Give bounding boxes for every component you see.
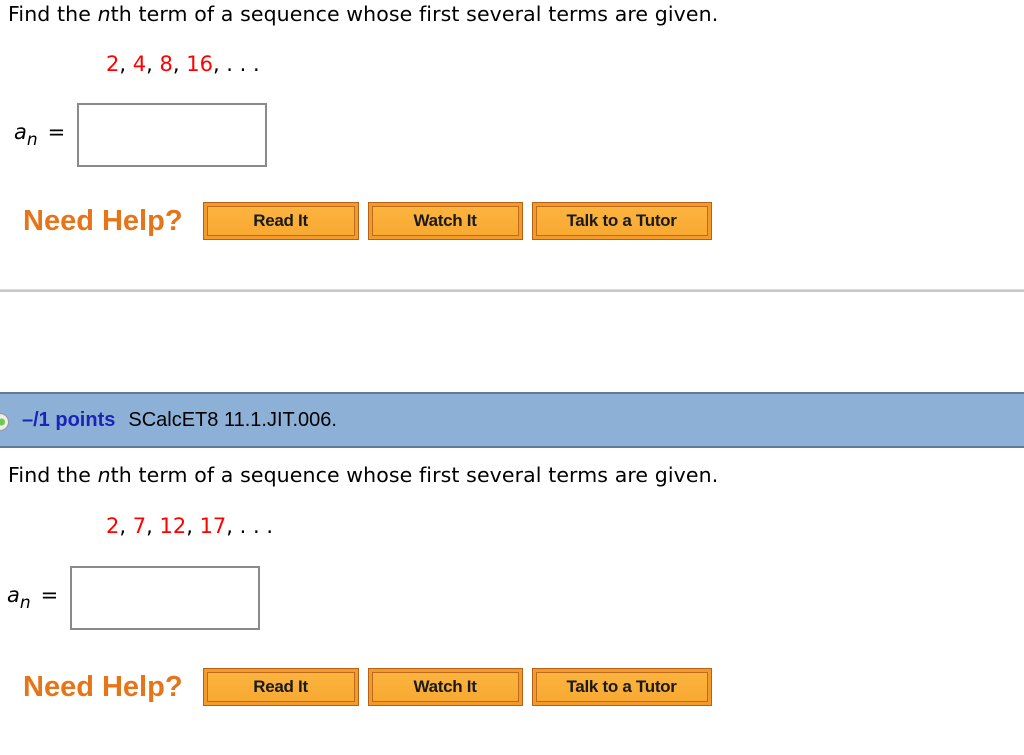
italic-n: n <box>97 2 111 26</box>
question-divider <box>0 289 1024 292</box>
sequence-term: 2 <box>106 52 120 76</box>
answer-input[interactable] <box>70 566 261 630</box>
sequence-term: 8 <box>159 52 173 76</box>
sequence-term: 16 <box>186 52 213 76</box>
question-2-header: –/1 points SCalcET8 11.1.JIT.006. <box>0 392 1024 448</box>
question-2-answer-row: an = <box>7 566 261 630</box>
read-it-button[interactable]: Read It <box>202 202 359 240</box>
question-id: SCalcET8 11.1.JIT.006. <box>128 408 337 431</box>
need-help-label: Need Help? <box>23 204 183 237</box>
answer-label: an = <box>7 583 59 613</box>
question-1-prompt: Find the nth term of a sequence whose fi… <box>8 2 719 26</box>
question-2-prompt: Find the nth term of a sequence whose fi… <box>8 463 719 487</box>
answer-label: an = <box>14 120 66 150</box>
question-1-answer-row: an = <box>14 103 268 167</box>
watch-it-button[interactable]: Watch It <box>367 668 523 706</box>
question-2-help-row: Need Help? Read It Watch It Talk to a Tu… <box>23 668 721 706</box>
sequence-ellipsis: . . . <box>226 52 260 76</box>
talk-to-tutor-button[interactable]: Talk to a Tutor <box>531 202 712 240</box>
question-1-sequence: 2, 4, 8, 16, . . . <box>106 52 260 76</box>
talk-to-tutor-button[interactable]: Talk to a Tutor <box>531 668 712 706</box>
sequence-ellipsis: . . . <box>239 514 274 538</box>
italic-n: n <box>97 463 111 487</box>
status-indicator-icon <box>0 413 9 431</box>
question-2-sequence: 2, 7, 12, 17, . . . <box>106 514 274 538</box>
sequence-term: 4 <box>132 52 147 76</box>
sequence-term: 7 <box>132 514 147 538</box>
read-it-button[interactable]: Read It <box>202 668 359 706</box>
sequence-term: 2 <box>106 514 120 538</box>
watch-it-button[interactable]: Watch It <box>367 202 523 240</box>
sequence-term: 12 <box>159 514 187 538</box>
points-label: –/1 points <box>22 408 116 431</box>
question-1-help-row: Need Help? Read It Watch It Talk to a Tu… <box>23 202 721 240</box>
sequence-term: 17 <box>199 514 227 538</box>
need-help-label: Need Help? <box>23 670 183 703</box>
answer-input[interactable] <box>77 103 268 167</box>
